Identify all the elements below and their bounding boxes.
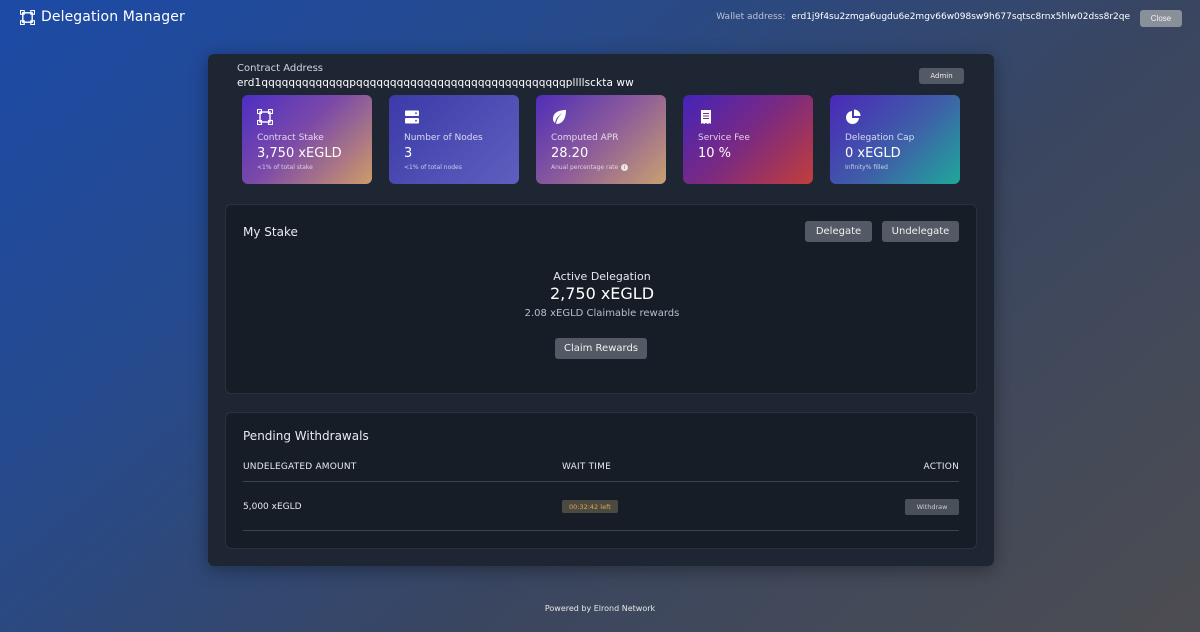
card-value: 28.20 <box>551 146 589 161</box>
card-label: Delegation Cap <box>845 133 915 143</box>
claim-rewards-button[interactable]: Claim Rewards <box>555 338 647 359</box>
main-panel: Contract Address erd1qqqqqqqqqqqqqpqqqqq… <box>208 54 994 566</box>
undelegated-amount: 5,000 xEGLD <box>243 502 302 512</box>
column-header-wait-time: WAIT TIME <box>562 462 611 472</box>
card-computed-apr: Computed APR 28.20 Anual percentage rate… <box>536 95 666 184</box>
active-delegation-value: 2,750 xEGLD <box>549 284 655 303</box>
footer-powered-by: Powered by Elrond Network <box>544 604 656 613</box>
active-delegation-label: Active Delegation <box>553 270 651 283</box>
info-icon[interactable]: i <box>621 164 629 171</box>
undelegate-button[interactable]: Undelegate <box>882 221 959 242</box>
column-header-amount: UNDELEGATED AMOUNT <box>243 462 357 472</box>
card-label: Number of Nodes <box>404 133 483 143</box>
pie-chart-icon <box>845 109 861 125</box>
withdraw-button[interactable]: Withdraw <box>905 499 959 515</box>
receipt-icon <box>698 109 714 125</box>
app-title: Delegation Manager <box>41 9 185 25</box>
card-note: Infinity% filled <box>845 164 888 171</box>
card-value: 0 xEGLD <box>845 146 901 161</box>
delegate-button[interactable]: Delegate <box>805 221 872 242</box>
card-number-of-nodes: Number of Nodes 3 <1% of total nodes <box>389 95 519 184</box>
card-label: Contract Stake <box>257 133 324 143</box>
pending-withdrawals-section: Pending Withdrawals UNDELEGATED AMOUNT W… <box>225 412 977 549</box>
server-icon <box>404 109 420 125</box>
stats-cards: Contract Stake 3,750 xEGLD <1% of total … <box>242 95 960 185</box>
card-note: <1% of total stake <box>257 164 313 171</box>
contract-address-label: Contract Address <box>237 63 324 74</box>
logo-icon <box>19 9 36 25</box>
close-button[interactable]: Close <box>1140 10 1182 27</box>
card-value: 10 % <box>698 146 732 161</box>
my-stake-section: My Stake Delegate Undelegate Active Dele… <box>225 204 977 394</box>
admin-button[interactable]: Admin <box>919 68 964 84</box>
divider <box>243 530 959 531</box>
brand: Delegation Manager <box>19 9 185 25</box>
wait-time-badge: 00:32:42 left <box>562 500 618 513</box>
card-note: <1% of total nodes <box>404 164 462 171</box>
wallet-label: Wallet address: <box>716 12 786 22</box>
card-note-text: <1% of total nodes <box>404 164 462 171</box>
card-note-text: Infinity% filled <box>845 164 888 171</box>
contract-stake-icon <box>256 108 274 126</box>
card-label: Service Fee <box>698 133 750 143</box>
card-label: Computed APR <box>551 133 619 143</box>
card-value: 3 <box>404 146 413 161</box>
wallet-address: erd1j9f4su2zmga6ugdu6e2mgv66w098sw9h677s… <box>791 12 1130 22</box>
card-value: 3,750 xEGLD <box>257 146 342 161</box>
wallet-info: Wallet address: erd1j9f4su2zmga6ugdu6e2m… <box>716 12 1130 22</box>
top-bar: Delegation Manager Wallet address: erd1j… <box>0 0 1200 36</box>
my-stake-title: My Stake <box>243 225 298 239</box>
card-service-fee: Service Fee 10 % <box>683 95 813 184</box>
pending-withdrawals-title: Pending Withdrawals <box>243 429 369 443</box>
card-delegation-cap: Delegation Cap 0 xEGLD Infinity% filled <box>830 95 960 184</box>
card-contract-stake: Contract Stake 3,750 xEGLD <1% of total … <box>242 95 372 184</box>
contract-address: erd1qqqqqqqqqqqqqpqqqqqqqqqqqqqqqqqqqqqq… <box>237 77 634 89</box>
card-note: Anual percentage rate i <box>551 164 629 171</box>
column-header-action: ACTION <box>923 462 959 472</box>
claimable-rewards: 2.08 xEGLD Claimable rewards <box>524 308 680 319</box>
card-note-text: <1% of total stake <box>257 164 313 171</box>
leaf-icon <box>551 109 567 125</box>
card-note-text: Anual percentage rate <box>551 164 619 171</box>
divider <box>243 481 959 482</box>
